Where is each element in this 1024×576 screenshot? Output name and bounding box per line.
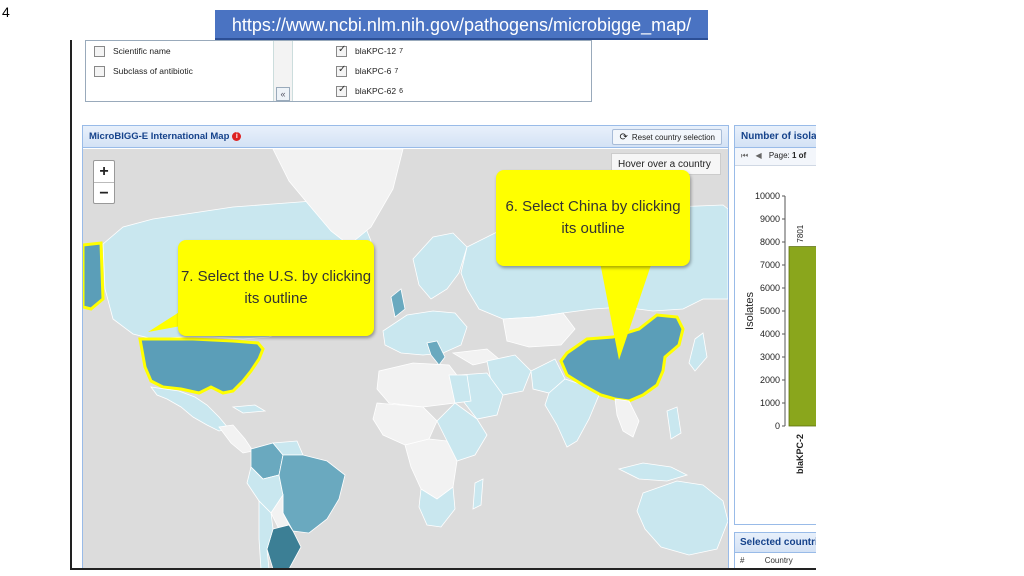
callout-china: 6. Select China by clicking its outline [496, 170, 690, 266]
callout-china-text: 6. Select China by clicking its outline [505, 197, 681, 238]
china-callout-pointer [600, 262, 652, 360]
callout-usa-text: 7. Select the U.S. by clicking its outli… [180, 267, 372, 308]
callout-usa: 7. Select the U.S. by clicking its outli… [178, 240, 374, 336]
callout-pointers [148, 262, 652, 360]
